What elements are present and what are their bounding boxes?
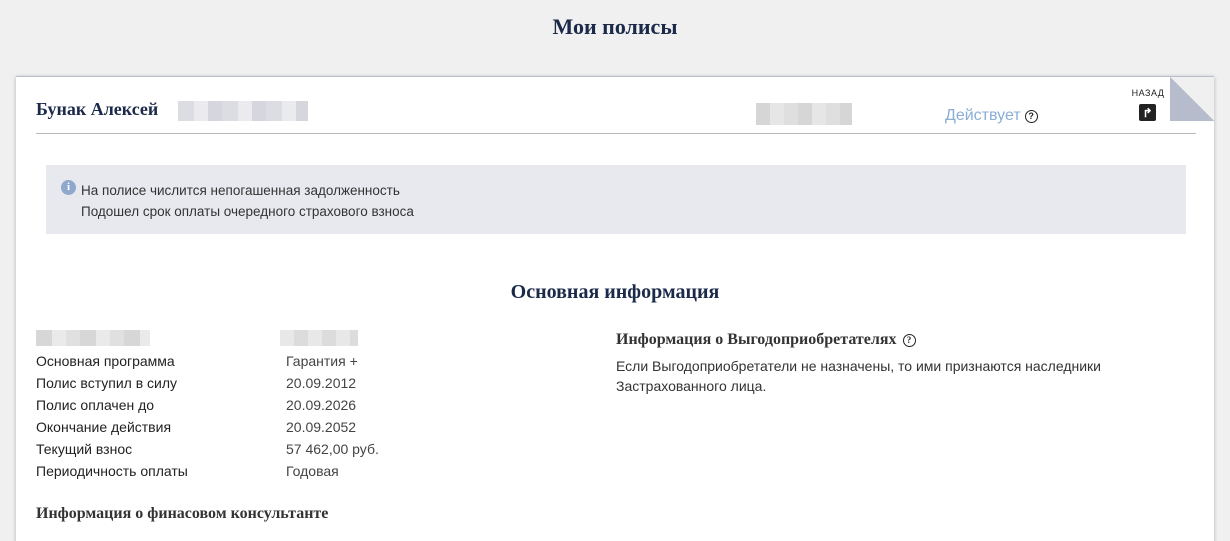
consultant-title: Информация о финасовом консультанте bbox=[36, 505, 329, 522]
policy-status-label: Действует bbox=[945, 107, 1021, 124]
redacted-holder-name bbox=[178, 101, 308, 121]
detail-label: Полис вступил в силу bbox=[36, 375, 178, 391]
debt-alert: i На полисе числится непогашенная задолж… bbox=[46, 165, 1186, 234]
policy-card: Бунак Алексей Действует ? НАЗАД ↱ i На п… bbox=[16, 76, 1214, 541]
detail-value: 57 462,00 руб. bbox=[286, 441, 379, 457]
detail-label: Периодичность оплаты bbox=[36, 463, 188, 479]
detail-value: Гарантия + bbox=[286, 353, 358, 369]
main-info-title: Основная информация bbox=[510, 281, 720, 303]
detail-label: Основная программа bbox=[36, 353, 175, 369]
detail-label: Полис оплачен до bbox=[36, 397, 155, 413]
redacted-row-label bbox=[36, 330, 150, 346]
beneficiaries-text: Если Выгодоприобретатели не назначены, т… bbox=[616, 358, 1101, 394]
alert-line-debt: На полисе числится непогашенная задолжен… bbox=[81, 183, 400, 198]
beneficiaries-title: Информация о Выгодоприобретателях ? bbox=[616, 331, 916, 349]
page-corner-fold bbox=[1170, 77, 1214, 121]
redacted-policy-number bbox=[756, 103, 852, 125]
detail-value: 20.09.2012 bbox=[286, 375, 357, 391]
redacted-row-value bbox=[280, 330, 358, 346]
alert-line-payment-due: Подошел срок оплаты очередного страховог… bbox=[81, 204, 414, 219]
status-help-icon[interactable]: ? bbox=[1024, 109, 1038, 123]
policy-status: Действует ? bbox=[945, 107, 1038, 125]
back-link[interactable]: НАЗАД bbox=[1128, 88, 1168, 98]
page-title: Мои полисы bbox=[552, 14, 678, 39]
detail-label: Текущий взнос bbox=[36, 441, 133, 457]
info-icon: i bbox=[61, 180, 76, 195]
detail-label: Окончание действия bbox=[36, 419, 172, 435]
detail-value: 20.09.2026 bbox=[286, 397, 357, 413]
detail-value: Годовая bbox=[286, 463, 339, 479]
policy-holder-name: Бунак Алексей bbox=[36, 99, 159, 119]
beneficiaries-help-icon[interactable]: ? bbox=[902, 333, 916, 347]
back-arrow-icon[interactable]: ↱ bbox=[1139, 104, 1156, 121]
beneficiaries-title-text: Информация о Выгодоприобретателях bbox=[616, 331, 897, 348]
detail-value: 20.09.2052 bbox=[286, 419, 357, 435]
header-divider bbox=[36, 133, 1196, 134]
